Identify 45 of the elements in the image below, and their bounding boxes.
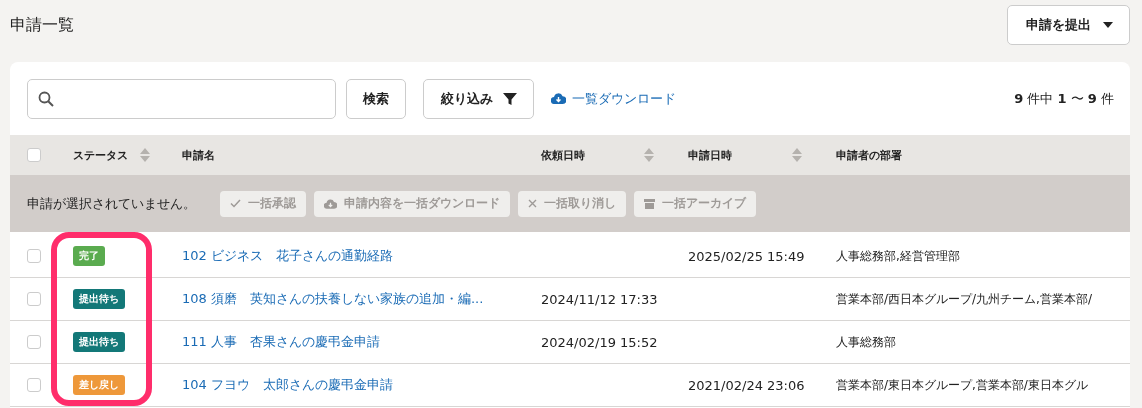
download-link[interactable]: 一覧ダウンロード: [551, 89, 676, 108]
request-date: 2024/11/12 17:33: [541, 291, 658, 307]
sort-icon[interactable]: [140, 148, 150, 162]
search-button[interactable]: 検索: [346, 78, 406, 119]
search-field[interactable]: [27, 78, 336, 119]
application-link[interactable]: 108 須磨 英知さんの扶養しない家族の追加・編...: [182, 290, 484, 308]
page-title: 申請一覧: [10, 14, 74, 36]
selection-message: 申請が選択されていません。: [27, 194, 196, 213]
submit-date: 2021/02/24 23:06: [688, 377, 805, 393]
result-count: 9 件中 1 〜 9 件: [1014, 89, 1114, 108]
archive-icon: [644, 198, 655, 209]
close-icon: [528, 199, 537, 208]
department-text: 人事総務部,経営管理部: [836, 247, 960, 265]
column-header: ステータス: [73, 147, 128, 163]
column-header: 依頼日時: [541, 147, 585, 163]
cloud-download-icon: [551, 93, 566, 104]
row-checkbox[interactable]: [27, 249, 41, 263]
application-link[interactable]: 104 フヨウ 太郎さんの慶弔金申請: [182, 376, 393, 394]
status-badge: 提出待ち: [73, 289, 125, 309]
column-header: 申請日時: [688, 147, 732, 163]
search-icon: [38, 90, 54, 107]
submit-button[interactable]: 申請を提出: [1007, 5, 1130, 45]
submit-date: 2025/02/25 15:49: [688, 248, 805, 264]
department-text: 人事総務部: [836, 333, 896, 351]
row-checkbox[interactable]: [27, 292, 41, 306]
row-checkbox[interactable]: [27, 335, 41, 349]
check-icon: [230, 199, 241, 208]
column-header: 申請者の部署: [836, 147, 902, 163]
application-link[interactable]: 111 人事 杏果さんの慶弔金申請: [182, 333, 380, 351]
department-text: 営業本部/東日本グループ,営業本部/東日本グル: [836, 376, 1088, 394]
row-checkbox[interactable]: [27, 378, 41, 392]
sort-icon[interactable]: [792, 148, 802, 162]
funnel-icon: [503, 91, 517, 106]
department-text: 営業本部/西日本グループ/九州チーム,営業本部/: [836, 290, 1092, 308]
filter-button[interactable]: 絞り込み: [423, 78, 534, 119]
column-header: 申請名: [182, 147, 215, 163]
select-all-checkbox[interactable]: [27, 148, 41, 162]
sort-icon[interactable]: [644, 148, 654, 162]
cloud-download-icon: [324, 198, 337, 209]
status-badge: 提出待ち: [73, 332, 125, 352]
request-date: 2024/02/19 15:52: [541, 334, 658, 350]
status-badge: 差し戻し: [73, 375, 125, 395]
caret-icon: [1103, 22, 1113, 28]
status-badge: 完了: [73, 246, 105, 266]
application-link[interactable]: 102 ビジネス 花子さんの通勤経路: [182, 247, 393, 265]
